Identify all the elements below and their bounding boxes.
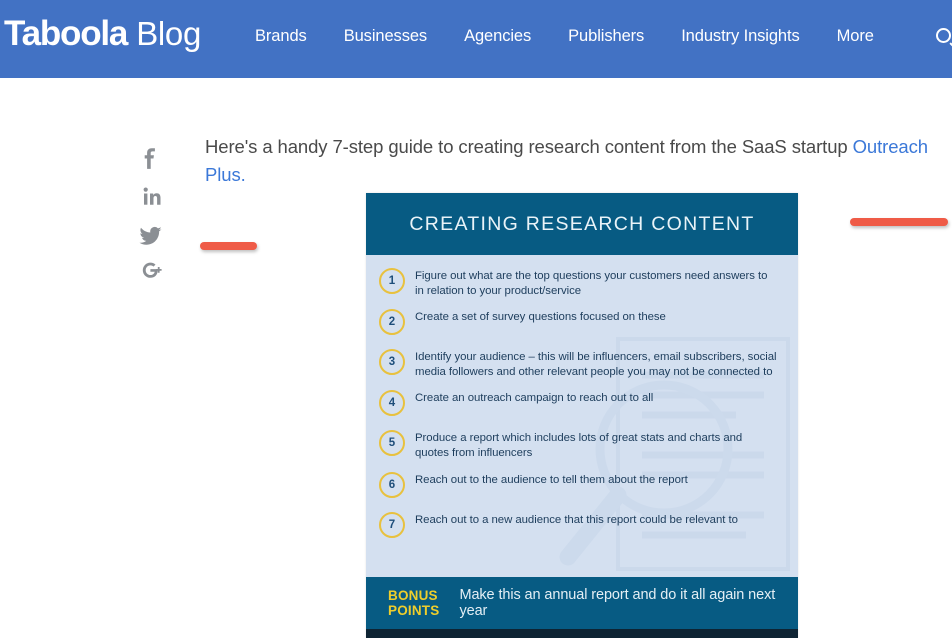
step-number-badge: 1	[379, 268, 405, 294]
infographic-footer: + OUTREACH PLUS	[366, 629, 798, 638]
step-text: Reach out to a new audience that this re…	[415, 513, 738, 526]
step-item: 4 Create an outreach campaign to reach o…	[379, 389, 778, 417]
step-text: Reach out to the audience to tell them a…	[415, 473, 688, 486]
infographic-header: CREATING RESEARCH CONTENT	[366, 193, 798, 255]
red-underline-right	[850, 218, 948, 226]
step-item: 5 Produce a report which includes lots o…	[379, 429, 778, 460]
bonus-points-label: BONUS POINTS	[388, 588, 440, 618]
nav-item-industry-insights[interactable]: Industry Insights	[681, 27, 800, 46]
taboola-blog-logo[interactable]: Taboola Blog	[4, 14, 202, 54]
nav-item-agencies[interactable]: Agencies	[464, 27, 531, 46]
twitter-share-icon[interactable]	[133, 216, 167, 253]
step-text: Figure out what are the top questions yo…	[415, 270, 768, 297]
social-share-rail	[133, 142, 177, 290]
step-number-badge: 7	[379, 511, 405, 538]
nav-item-businesses[interactable]: Businesses	[344, 27, 427, 46]
infographic-body: 1 Figure out what are the top questions …	[366, 255, 798, 577]
facebook-share-icon[interactable]	[133, 142, 167, 179]
step-text: Identify your audience – this will be in…	[415, 351, 777, 378]
step-text: Create an outreach campaign to reach out…	[415, 392, 654, 405]
step-item: 2 Create a set of survey questions focus…	[379, 308, 778, 336]
search-icon[interactable]	[936, 28, 952, 54]
step-number-badge: 4	[379, 390, 405, 417]
step-number-badge: 6	[379, 471, 405, 498]
step-item: 6 Reach out to the audience to tell them…	[379, 471, 778, 498]
nav-item-more[interactable]: More	[837, 27, 874, 46]
nav-item-brands[interactable]: Brands	[255, 27, 307, 46]
step-text: Create a set of survey questions focused…	[415, 311, 666, 324]
paragraph-text: Here's a handy 7-step guide to creating …	[205, 135, 853, 157]
googleplus-share-icon[interactable]	[133, 253, 167, 290]
infographic-title: CREATING RESEARCH CONTENT	[409, 212, 755, 235]
infographic-bonus-strip: BONUS POINTS Make this an annual report …	[366, 577, 798, 629]
main-navigation: Brands Businesses Agencies Publishers In…	[255, 27, 874, 46]
step-item: 3 Identify your audience – this will be …	[379, 348, 778, 379]
step-item: 7 Reach out to a new audience that this …	[379, 511, 778, 538]
page-body: Here's a handy 7-step guide to creating …	[0, 78, 952, 638]
infographic-image[interactable]: CREATING RESEARCH CONTENT 1 Figure out w…	[366, 193, 798, 638]
linkedin-share-icon[interactable]	[133, 179, 167, 216]
infographic-step-list: 1 Figure out what are the top questions …	[366, 255, 798, 538]
step-number-badge: 2	[379, 309, 405, 336]
logo-wordmark: Taboola	[4, 14, 128, 53]
red-underline-left	[200, 242, 257, 250]
step-number-badge: 5	[379, 430, 405, 457]
logo-blog-label: Blog	[136, 15, 202, 52]
step-item: 1 Figure out what are the top questions …	[379, 267, 778, 298]
search-glass-shape	[936, 28, 951, 43]
bonus-points-text: Make this an annual report and do it all…	[459, 587, 776, 619]
site-header: Taboola Blog Brands Businesses Agencies …	[0, 0, 952, 78]
step-number-badge: 3	[379, 349, 405, 376]
nav-item-publishers[interactable]: Publishers	[568, 27, 644, 46]
step-text: Produce a report which includes lots of …	[415, 432, 743, 459]
article-paragraph: Here's a handy 7-step guide to creating …	[205, 133, 950, 189]
